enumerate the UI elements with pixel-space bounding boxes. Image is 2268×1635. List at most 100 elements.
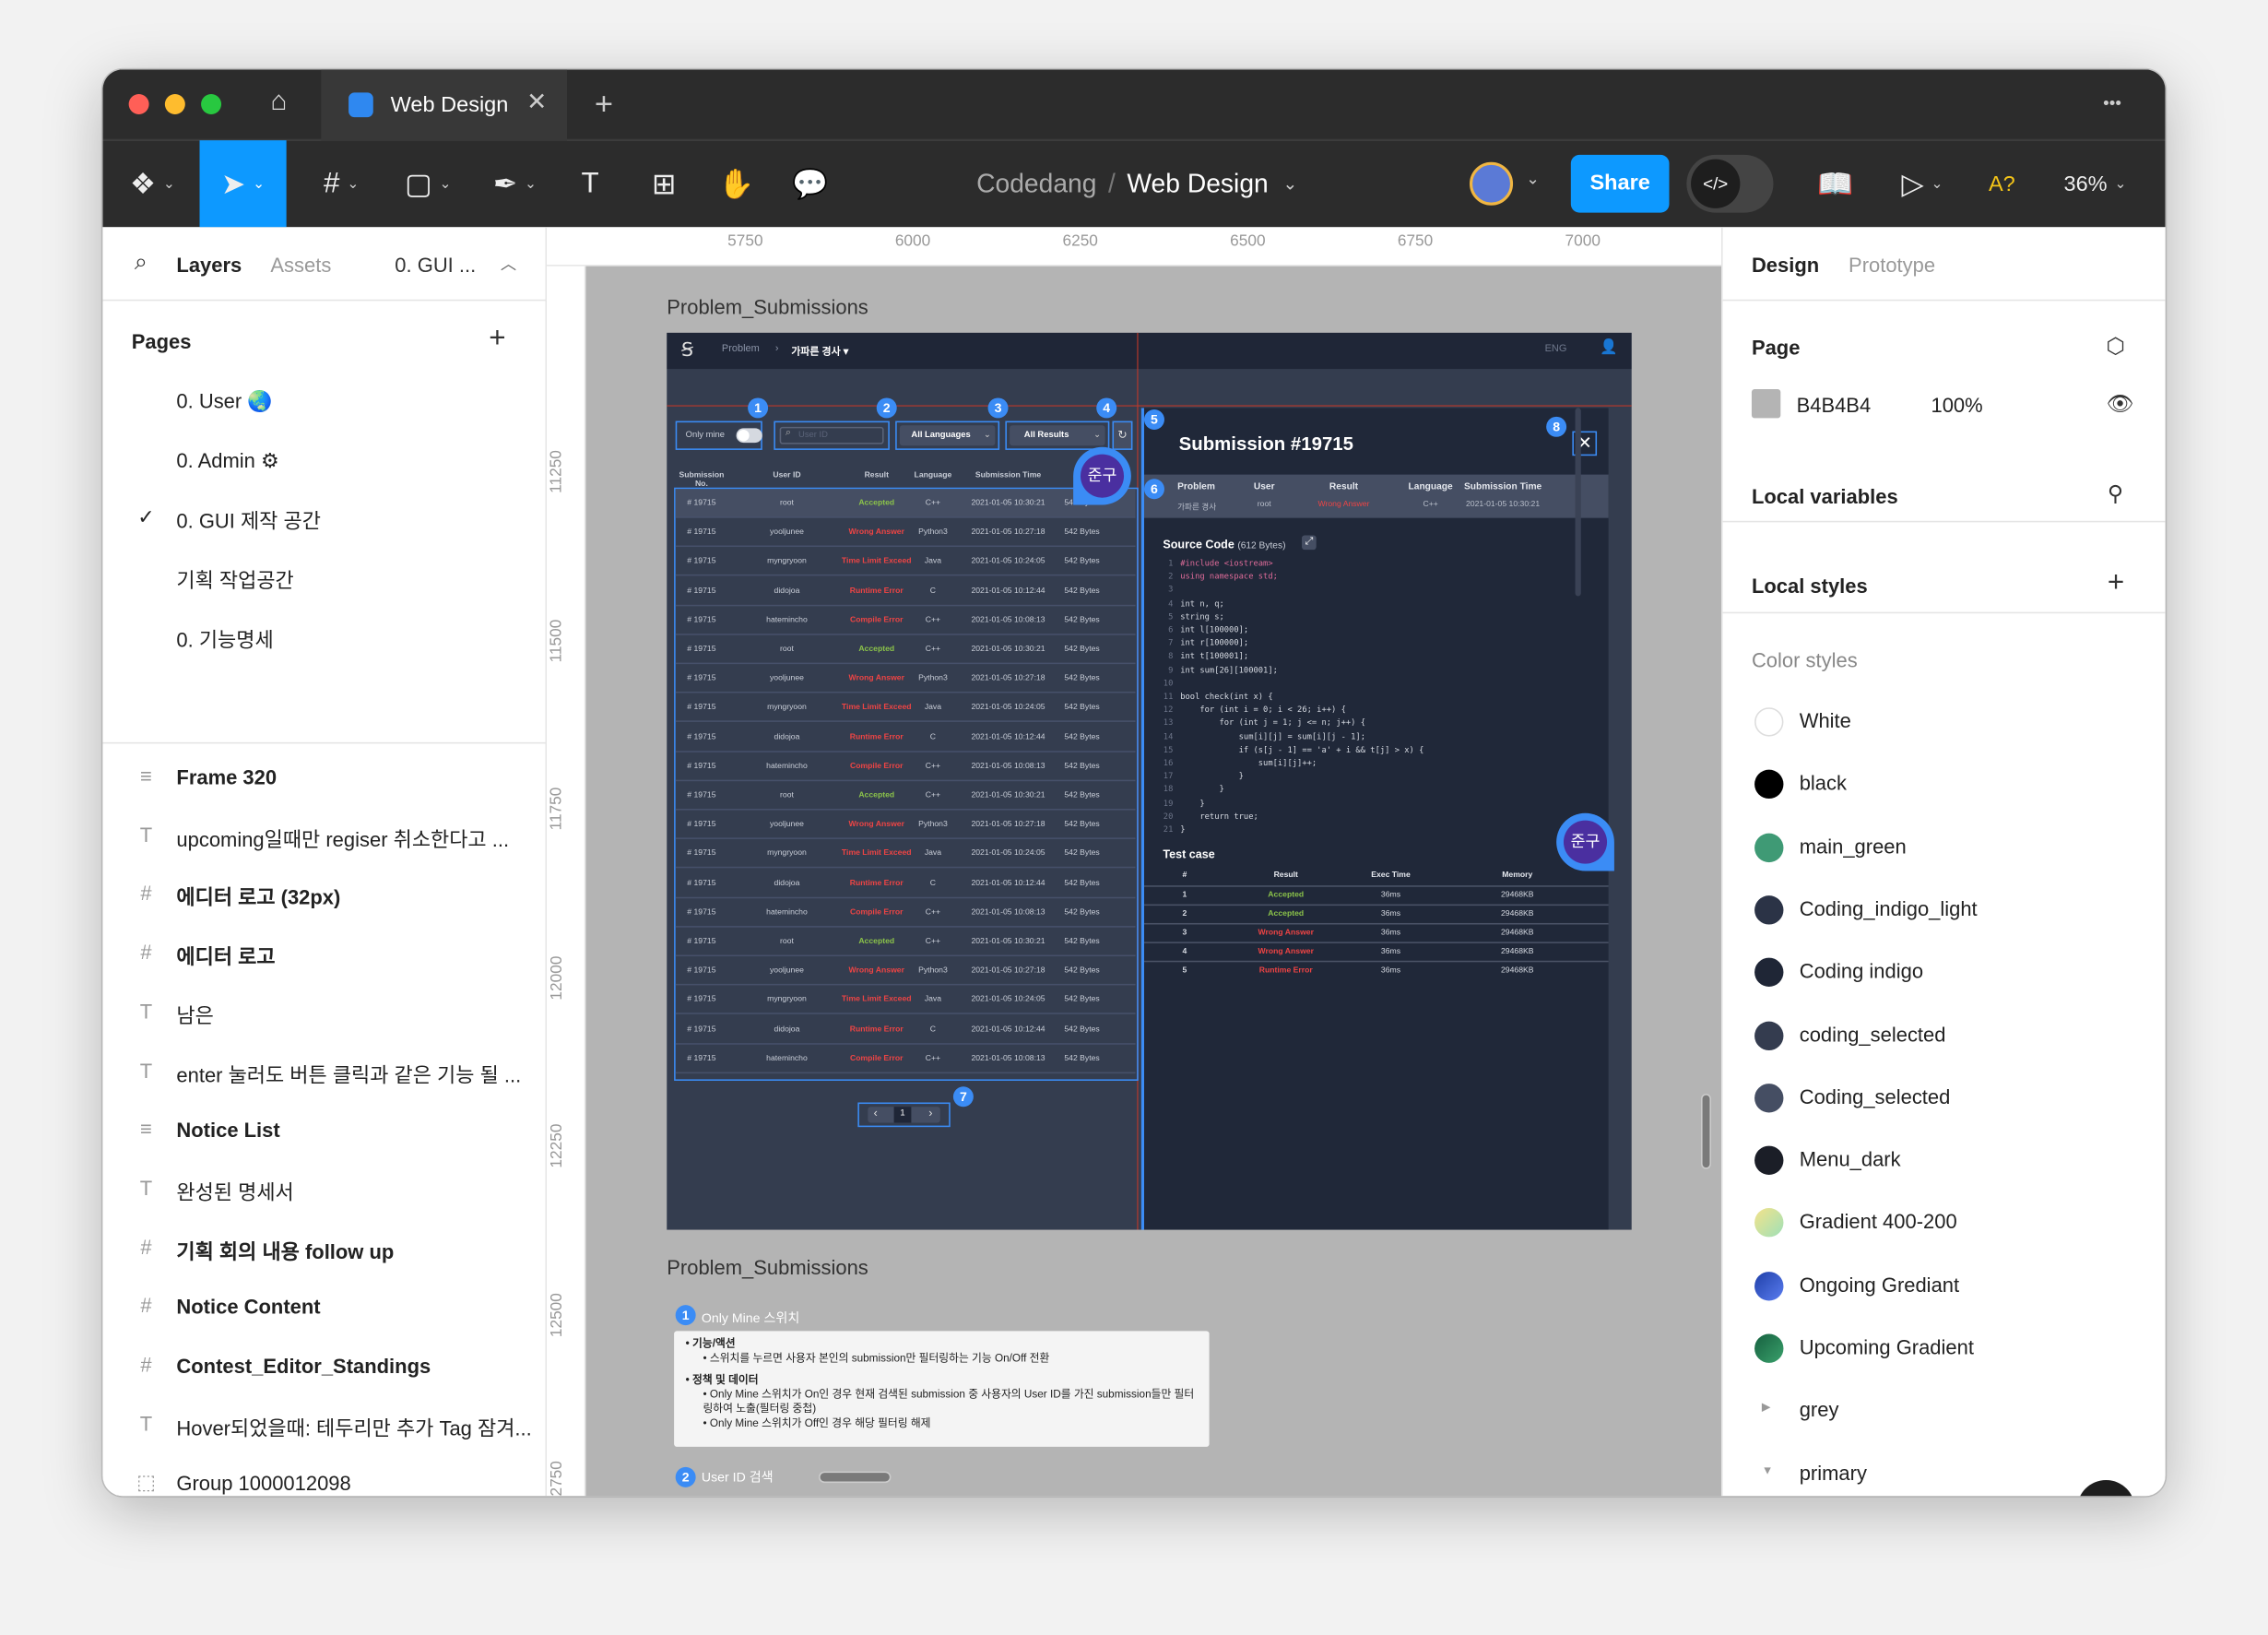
search-icon[interactable]: ⌕ (135, 250, 148, 276)
table-row[interactable]: # 19715 hatemincho Compile Error C++ 2021-01… (675, 606, 1136, 635)
frame-label[interactable]: Problem_Submissions (667, 295, 868, 318)
table-row[interactable]: # 19715 myngryoon Time Limit Exceed Java 202… (675, 840, 1136, 869)
layer-item[interactable]: T 완성된 명세서 (102, 1160, 547, 1218)
text-tool-button[interactable]: T (569, 140, 612, 227)
chevron-down-icon[interactable]: ⌄ (1526, 170, 1539, 188)
color-style-item[interactable]: main_green (1723, 815, 2166, 877)
pagination[interactable]: ‹ 1 › (857, 1102, 951, 1128)
chevron-up-icon[interactable]: ︿ (501, 252, 516, 275)
dev-mode-toggle[interactable]: </> (1686, 154, 1774, 213)
layer-item[interactable]: Tupcoming일때만 regiser 취소한다고 ... (102, 807, 547, 865)
table-row[interactable]: # 19715 didojoa Runtime Error C 2021-01-05 1… (675, 723, 1136, 752)
page-item[interactable]: ✓ 0. GUI 제작 공간 (102, 490, 547, 548)
table-row[interactable]: # 19715 root Accepted C++ 2021-01-05 10:30:2… (675, 635, 1136, 665)
comment-pin[interactable]: 준구 (1556, 812, 1614, 871)
table-row[interactable]: # 19715 yooljunee Wrong Answer Python3 2021-… (675, 518, 1136, 548)
new-tab-button[interactable]: + (595, 86, 613, 124)
style-group[interactable]: ▶ grey (1723, 1380, 2166, 1441)
assist-button[interactable]: A? (1980, 140, 2024, 227)
page-item[interactable]: 0. 기능명세 (102, 608, 547, 666)
canvas[interactable]: Problem_Submissions Ꞩ Problem › 가파른 경사 ▾… (585, 266, 1721, 1497)
layer-item[interactable]: T 남은 (102, 984, 547, 1042)
user-avatar[interactable] (1470, 161, 1514, 206)
pen-tool-button[interactable]: ✒ ⌄ (478, 140, 550, 227)
main-menu-button[interactable]: ❖ ⌄ (120, 140, 185, 227)
color-style-item[interactable]: Ongoing Grediant (1723, 1254, 2166, 1316)
layer-item[interactable]: # 에디터 로고 (32px) (102, 866, 547, 924)
next-page-button[interactable]: › (928, 1107, 932, 1120)
layer-item[interactable]: Tenter 눌러도 버튼 클릭과 같은 기능 될 ... (102, 1042, 547, 1100)
table-row[interactable]: # 19715 didojoa Runtime Error C 2021-01-05 1… (675, 869, 1136, 898)
move-tool-button[interactable]: ➤ ⌄ (199, 140, 287, 228)
frame-label[interactable]: Problem_Submissions (667, 1256, 868, 1279)
library-button[interactable]: 📖 (1813, 140, 1857, 227)
shape-tool-button[interactable]: ▢ ⌄ (392, 140, 464, 227)
language-switch[interactable]: ENG (1545, 344, 1567, 354)
layer-item[interactable]: T Hover되었을때: 테두리만 추가 Tag 잠겨... (102, 1395, 547, 1453)
vertical-scrollbar[interactable] (1701, 1094, 1712, 1169)
refresh-icon[interactable]: ↻ (1112, 421, 1133, 450)
layer-item[interactable]: # Notice Content (102, 1278, 547, 1336)
table-row[interactable]: # 19715 hateminchо Compile Error C++ 2021-01… (675, 1044, 1136, 1073)
home-icon[interactable]: ⌂ (270, 87, 299, 119)
page-color-value[interactable]: B4B4B4 (1797, 394, 1872, 417)
page-color-swatch[interactable] (1751, 389, 1781, 419)
table-row[interactable]: # 19715 root Accepted C++ 2021-01-05 10:30:2… (675, 781, 1136, 811)
table-row[interactable]: # 19715 yooljunee Wrong Answer Python3 2021-… (675, 664, 1136, 693)
tab-layers[interactable]: Layers (176, 254, 242, 277)
only-mine-toggle[interactable]: Only mine (675, 421, 762, 450)
color-style-item[interactable]: coding_selected (1723, 1003, 2166, 1065)
problem-selector[interactable]: 가파른 경사 ▾ (791, 344, 848, 359)
color-style-item[interactable]: Coding_indigo_light (1723, 878, 2166, 940)
page-item[interactable]: 0. User 🌏 (102, 372, 547, 430)
tab-web-design[interactable]: Web Design ✕ (321, 69, 568, 141)
layer-item[interactable]: ≡ Notice List (102, 1101, 547, 1159)
add-page-button[interactable]: + (489, 323, 505, 356)
zoom-menu[interactable]: 36% ⌄ (2055, 140, 2134, 227)
table-row[interactable]: # 19715 root Accepted C++ 2021-01-05 10:30:2… (675, 489, 1136, 518)
horizontal-scrollbar[interactable] (818, 1471, 892, 1484)
page-item[interactable]: 0. Admin ⚙ (102, 431, 547, 489)
comment-pin[interactable]: 준구 (1073, 446, 1131, 505)
tab-design[interactable]: Design (1752, 254, 1819, 277)
add-style-button[interactable]: + (2108, 567, 2124, 600)
layer-item[interactable]: ⬚ Group 1000012098 (102, 1454, 547, 1496)
table-row[interactable]: # 19715 hateminchо Compile Error C++ 2021-01… (675, 898, 1136, 928)
minimize-window-button[interactable] (164, 93, 185, 114)
page-item[interactable]: 기획 작업공간 (102, 549, 547, 607)
prev-page-button[interactable]: ‹ (874, 1107, 878, 1120)
layer-item[interactable]: # 기획 회의 내용 follow up (102, 1219, 547, 1277)
tab-prototype[interactable]: Prototype (1849, 254, 1935, 277)
expand-icon[interactable]: ⤢ (1302, 535, 1317, 551)
table-row[interactable]: # 19715 root Accepted C++ 2021-01-05 10:30:2… (675, 928, 1136, 957)
color-style-item[interactable]: black (1723, 752, 2166, 814)
share-button[interactable]: Share (1570, 154, 1670, 213)
table-row[interactable]: # 19715 myngryoon Time Limit Exceed Java 202… (675, 986, 1136, 1015)
user-id-search[interactable]: ⌕ User ID (774, 421, 890, 450)
file-title[interactable]: Codedang / Web Design ⌄ (956, 140, 1317, 227)
close-window-button[interactable] (128, 93, 149, 114)
result-dropdown[interactable]: All Results ⌄ (1005, 421, 1110, 450)
color-style-item[interactable]: Gradient 400-200 (1723, 1191, 2166, 1253)
maximize-window-button[interactable] (201, 93, 222, 114)
tab-assets[interactable]: Assets (270, 254, 331, 277)
color-style-item[interactable]: White (1723, 690, 2166, 752)
layer-item[interactable]: ≡ Frame 320 (102, 748, 547, 806)
frame-tool-button[interactable]: # ⌄ (305, 140, 377, 227)
eye-icon[interactable]: 👁 (2106, 391, 2133, 417)
table-row[interactable]: # 19715 myngryoon Time Limit Exceed Java 202… (675, 548, 1136, 577)
current-page-selector[interactable]: 0. GUI ... (395, 254, 476, 277)
problem-submissions-frame[interactable]: Ꞩ Problem › 가파른 경사 ▾ ENG 👤 Only mine ⌕ U… (667, 332, 1632, 1230)
local-variables-heading[interactable]: Local variables (1752, 485, 1898, 508)
table-row[interactable]: # 19715 hateminchо Compile Error C++ 2021-01… (675, 752, 1136, 781)
hand-tool-button[interactable]: ✋ (715, 140, 758, 227)
resources-button[interactable]: ⊞ (643, 140, 686, 227)
color-style-item[interactable]: Upcoming Gradient (1723, 1317, 2166, 1379)
layer-item[interactable]: # 에디터 로고 (102, 925, 547, 983)
comment-tool-button[interactable]: 💬 (788, 140, 832, 227)
table-row[interactable]: # 19715 didojoa Runtime Error C 2021-01-05 1… (675, 576, 1136, 606)
current-page[interactable]: 1 (893, 1107, 912, 1123)
language-dropdown[interactable]: All Languages ⌄ (895, 421, 1000, 450)
more-menu-button[interactable]: ••• (2103, 92, 2121, 113)
table-row[interactable]: # 19715 myngryoon Time Limit Exceed Java 202… (675, 693, 1136, 723)
